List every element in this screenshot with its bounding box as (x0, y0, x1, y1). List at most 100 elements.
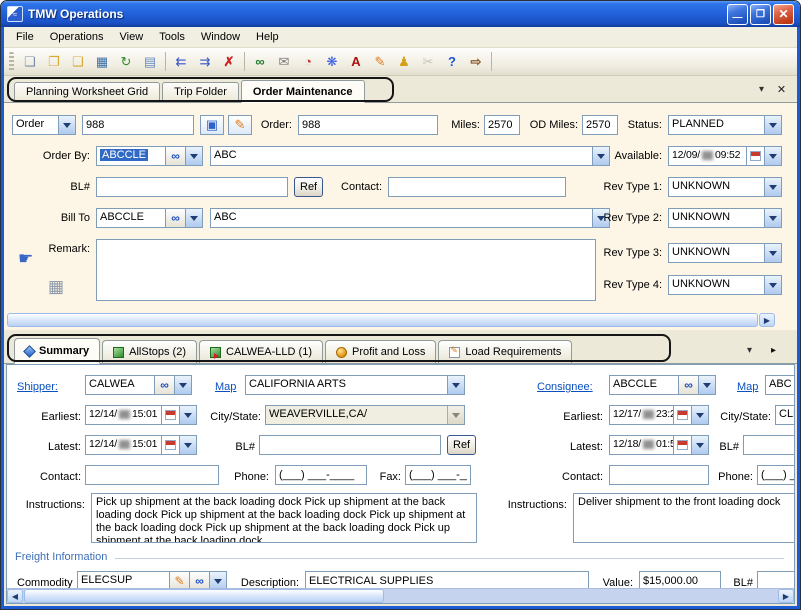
close-button[interactable] (773, 4, 794, 25)
bill-to-name-select[interactable]: ABC (210, 208, 610, 228)
consignee-earliest-date[interactable]: 12/17/23:29 (609, 405, 709, 425)
available-date-field[interactable]: 12/09/09:52 (668, 146, 782, 166)
chevron-down-icon[interactable] (447, 376, 464, 394)
menu-tools[interactable]: Tools (151, 28, 193, 46)
new-document-icon[interactable]: ❏ (18, 51, 42, 73)
import-grid-icon[interactable]: ⇇ (169, 51, 193, 73)
calendar-icon[interactable] (673, 406, 691, 424)
shipper-latest-date[interactable]: 12/14/15:01 (85, 435, 197, 455)
maximize-button[interactable] (750, 4, 771, 25)
lookup-glasses-icon[interactable] (165, 147, 185, 165)
shipper-contact-field[interactable] (85, 465, 219, 485)
tab-profit-and-loss[interactable]: Profit and Loss (325, 340, 436, 363)
user-key-icon[interactable]: ♟ (392, 51, 416, 73)
pointer-hand-icon[interactable] (18, 249, 33, 269)
shipper-fax-field[interactable] (405, 465, 471, 485)
order-by-name-select[interactable]: ABC (210, 146, 610, 166)
rev-type-1-select[interactable]: UNKNOWN (668, 177, 782, 197)
chevron-down-icon[interactable] (754, 82, 769, 97)
refresh-icon[interactable]: ↻ (114, 51, 138, 73)
order-by-combo[interactable]: ABCCLE (96, 146, 203, 166)
image-view-icon[interactable] (200, 115, 224, 135)
chevron-down-icon[interactable] (764, 116, 781, 134)
edit-note-icon[interactable] (228, 115, 252, 135)
mail-check-icon[interactable]: ✉ (272, 51, 296, 73)
chevron-down-icon[interactable] (592, 147, 609, 165)
tab-planning-worksheet-grid[interactable]: Planning Worksheet Grid (14, 82, 160, 102)
chevron-down-icon[interactable] (174, 376, 191, 394)
consignee-map-link[interactable]: Map (737, 377, 763, 397)
order-number-field[interactable] (298, 115, 438, 135)
scroll-tabs-right-icon[interactable] (766, 343, 781, 358)
chevron-down-icon[interactable] (764, 147, 781, 165)
chevron-down-icon[interactable] (185, 209, 202, 227)
ref-button[interactable]: Ref (294, 177, 323, 197)
shipper-combo[interactable]: CALWEA (85, 375, 192, 395)
consignee-latest-date[interactable]: 12/18/01:59 (609, 435, 709, 455)
font-icon[interactable]: A (344, 51, 368, 73)
rev-type-2-select[interactable]: UNKNOWN (668, 208, 782, 228)
find-binoculars-icon[interactable]: ∞ (248, 51, 272, 73)
toolbar-grip[interactable] (9, 52, 14, 72)
rev-type-3-select[interactable]: UNKNOWN (668, 243, 782, 263)
tab-trip-folder[interactable]: Trip Folder (162, 82, 239, 102)
help-icon[interactable]: ? (440, 51, 464, 73)
shipper-bl-field[interactable] (259, 435, 441, 455)
tab-calwea-lld[interactable]: CALWEA-LLD (1) (199, 340, 323, 363)
scroll-left-icon[interactable]: ◀ (7, 589, 23, 603)
title-bar[interactable]: TMW Operations (1, 1, 800, 27)
menu-view[interactable]: View (112, 28, 152, 46)
signature-pencil-icon[interactable]: ✎ (368, 51, 392, 73)
scroll-right-icon[interactable]: ▶ (759, 313, 775, 327)
chevron-down-icon[interactable] (185, 147, 202, 165)
od-miles-field[interactable] (582, 115, 618, 135)
contact-field[interactable] (388, 177, 566, 197)
calendar-icon[interactable] (746, 147, 764, 165)
calendar-icon[interactable] (161, 406, 179, 424)
shipper-map-link[interactable]: Map (215, 377, 241, 397)
menu-file[interactable]: File (8, 28, 42, 46)
calendar-icon[interactable] (161, 436, 179, 454)
consignee-instructions-textarea[interactable]: Deliver shipment to the front loading do… (573, 493, 795, 543)
cut-scissors-icon[interactable]: ✂ (416, 51, 440, 73)
chevron-down-icon[interactable] (179, 406, 196, 424)
delete-icon[interactable]: ✗ (217, 51, 241, 73)
lookup-glasses-icon[interactable] (154, 376, 174, 394)
exit-door-icon[interactable]: ⇨ (464, 51, 488, 73)
lookup-glasses-icon[interactable] (678, 376, 698, 394)
chevron-down-icon[interactable] (698, 376, 715, 394)
shipper-ref-button[interactable]: Ref (447, 435, 476, 455)
remark-textarea[interactable] (96, 239, 596, 301)
shipper-earliest-date[interactable]: 12/14/15:01 (85, 405, 197, 425)
scrollbar-thumb[interactable] (24, 589, 384, 603)
chevron-down-icon[interactable] (691, 406, 708, 424)
consignee-bl-field[interactable] (743, 435, 795, 455)
chevron-down-icon[interactable] (691, 436, 708, 454)
menu-help[interactable]: Help (248, 28, 287, 46)
bill-to-combo[interactable]: ABCCLE (96, 208, 203, 228)
lookup-glasses-icon[interactable] (165, 209, 185, 227)
shipper-instructions-textarea[interactable]: Pick up shipment at the back loading doc… (91, 493, 477, 543)
scrollbar-track[interactable] (385, 589, 777, 603)
chevron-down-icon[interactable] (179, 436, 196, 454)
consignee-contact-field[interactable] (609, 465, 709, 485)
consignee-section-link[interactable]: Consignee: (537, 377, 603, 397)
consignee-phone-field[interactable] (757, 465, 795, 485)
calendar-icon[interactable] (673, 436, 691, 454)
rev-type-4-select[interactable]: UNKNOWN (668, 275, 782, 295)
open-folder-icon[interactable]: ❐ (42, 51, 66, 73)
shipper-phone-field[interactable] (275, 465, 367, 485)
minimize-button[interactable] (727, 4, 748, 25)
tab-allstops[interactable]: AllStops (2) (102, 340, 197, 363)
scrollbar-thumb[interactable] (7, 313, 758, 327)
menu-operations[interactable]: Operations (42, 28, 112, 46)
shipper-section-link[interactable]: Shipper: (17, 377, 69, 397)
chevron-down-icon[interactable] (764, 276, 781, 294)
tab-load-requirements[interactable]: Load Requirements (438, 340, 572, 363)
clock-icon[interactable]: ◔ (296, 51, 320, 73)
miles-field[interactable] (484, 115, 520, 135)
chevron-down-icon[interactable] (764, 209, 781, 227)
consignee-combo[interactable]: ABCCLE (609, 375, 716, 395)
document-lines-icon[interactable]: ▤ (138, 51, 162, 73)
folder-pair-icon[interactable]: ❑ (66, 51, 90, 73)
